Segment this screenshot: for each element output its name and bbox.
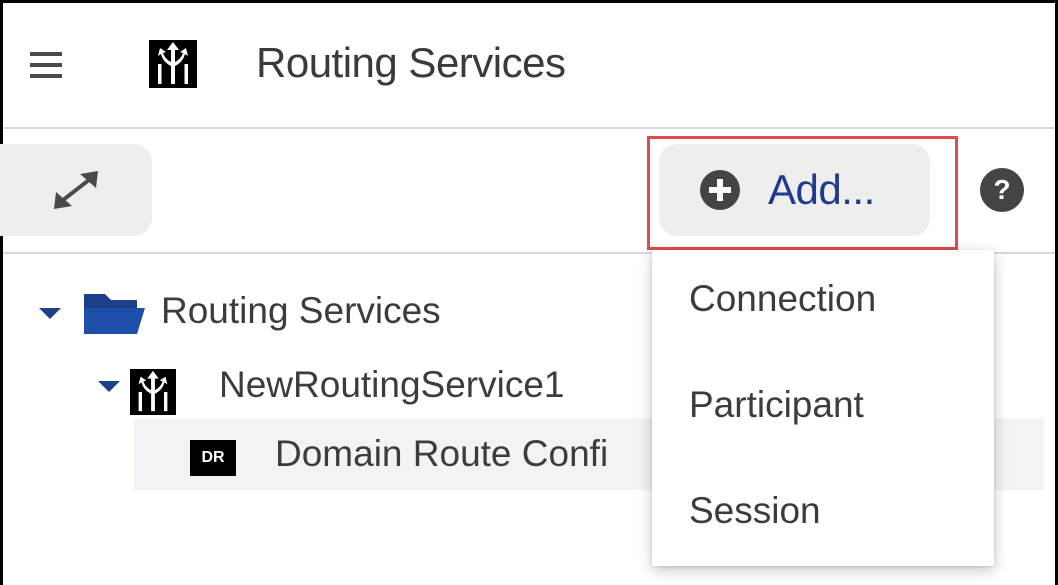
expand-button[interactable] — [0, 144, 152, 236]
menu-item-participant[interactable]: Participant — [652, 356, 994, 462]
highlight-box — [647, 136, 958, 250]
caret-down-icon[interactable] — [39, 308, 61, 319]
add-dropdown-menu: Connection Participant Session — [652, 250, 994, 566]
tree-item-routing-services[interactable]: Routing Services — [161, 290, 441, 332]
tree-item-domain-route[interactable]: Domain Route Confi — [275, 433, 608, 475]
header-divider — [3, 127, 1055, 129]
caret-down-icon[interactable] — [98, 381, 120, 392]
hamburger-icon[interactable] — [30, 46, 66, 86]
menu-item-label: Session — [689, 490, 821, 531]
routing-service-icon — [130, 369, 176, 415]
menu-item-session[interactable]: Session — [652, 462, 994, 568]
folder-open-icon — [84, 294, 145, 334]
menu-item-label: Connection — [689, 278, 877, 319]
app-header: Routing Services — [3, 3, 1055, 127]
expand-arrows-icon — [54, 171, 98, 209]
dr-badge-icon: DR — [190, 440, 236, 476]
help-circle-icon[interactable]: ? — [978, 166, 1026, 214]
page-title: Routing Services — [256, 39, 566, 86]
routing-service-icon — [149, 40, 197, 88]
tree-item-service[interactable]: NewRoutingService1 — [219, 364, 565, 406]
menu-item-label: Participant — [689, 384, 864, 425]
svg-text:?: ? — [993, 174, 1010, 205]
menu-item-connection[interactable]: Connection — [652, 250, 994, 356]
